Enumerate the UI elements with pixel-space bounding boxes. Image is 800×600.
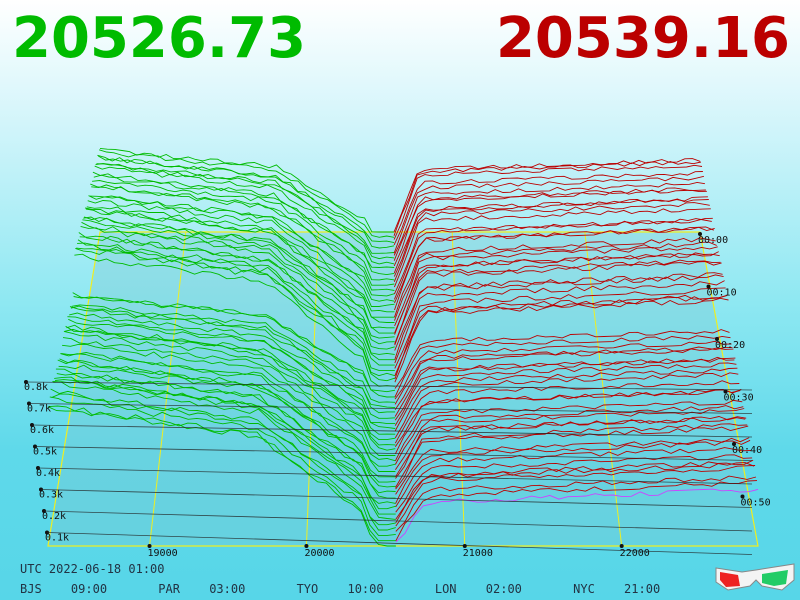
city-times: BJS 09:00 PAR 03:00 TYO 10:00 LON 02:00 … (20, 582, 704, 596)
volume-tick-label: 0.5k (33, 447, 57, 458)
city-time-lon: LON 02:00 (434, 582, 522, 596)
volume-tick-label: 0.6k (30, 425, 54, 436)
time-tick-label: 00:10 (707, 288, 737, 299)
city-time-nyc: NYC 21:00 (573, 582, 661, 596)
volume-tick-label: 0.1k (45, 533, 69, 544)
time-tick-label: 00:50 (741, 498, 771, 509)
city-time-tyo: TYO 10:00 (296, 582, 384, 596)
depth-chart: 0.8k 0.7k 0.6k 0.5k 0.4k 0.3k 0.2k 0.1k 00:00 00… (24, 147, 771, 559)
utc-time: UTC 2022-06-18 01:00 (20, 562, 165, 576)
city-time-bjs: BJS 09:00 (20, 582, 108, 596)
time-tick-label: 00:40 (732, 445, 762, 456)
city-time-par: PAR 03:00 (158, 582, 246, 596)
volume-tick-label: 0.3k (39, 490, 63, 501)
time-tick-label: 00:30 (724, 393, 754, 404)
volume-tick-label: 0.2k (42, 511, 66, 522)
time-tick-label: 00:20 (715, 340, 745, 351)
price-tick-label: 19000 (148, 548, 178, 559)
volume-tick-label: 0.4k (36, 468, 60, 479)
time-tick-label: 00:00 (698, 235, 728, 246)
price-tick-label: 22000 (620, 548, 650, 559)
price-tick-label: 20000 (304, 548, 334, 559)
3d-glasses-icon[interactable] (712, 560, 798, 596)
volume-tick-label: 0.8k (24, 382, 48, 393)
price-tick-label: 21000 (463, 548, 493, 559)
volume-tick-label: 0.7k (27, 404, 51, 415)
